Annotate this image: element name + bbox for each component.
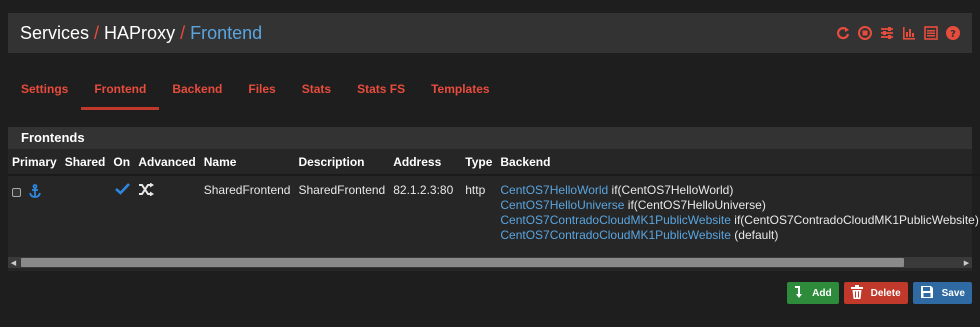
scroll-left-icon[interactable]: ◀: [8, 257, 19, 268]
bar-chart-icon[interactable]: [902, 26, 916, 40]
tab-settings[interactable]: Settings: [8, 72, 81, 110]
list-icon[interactable]: [924, 26, 938, 40]
panel-title: Frontends: [8, 127, 972, 149]
help-icon[interactable]: ?: [946, 26, 960, 40]
backend-link[interactable]: CentOS7ContradoCloudMK1PublicWebsite: [500, 213, 731, 227]
breadcrumb-services[interactable]: Services: [20, 23, 89, 44]
col-description: Description: [298, 155, 365, 169]
anchor-icon[interactable]: [24, 183, 42, 200]
breadcrumb-separator: /: [180, 22, 186, 43]
backend-link[interactable]: CentOS7HelloWorld: [500, 183, 608, 197]
action-buttons: Add Delete Save: [787, 282, 972, 304]
col-address: Address: [393, 155, 442, 169]
frontends-panel: Frontends Primary Shared On Advanced Nam…: [8, 127, 980, 271]
cell-address: 82.1.2.3:80: [393, 183, 454, 197]
tab-bar: Settings Frontend Backend Files Stats St…: [8, 72, 503, 110]
col-type: Type: [465, 155, 493, 169]
cell-shared: [61, 175, 110, 250]
add-label: Add: [812, 287, 832, 299]
tab-backend[interactable]: Backend: [159, 72, 235, 110]
col-shared: Shared: [64, 155, 106, 169]
cell-on: [109, 175, 134, 250]
breadcrumb: Services / HAProxy / Frontend: [20, 23, 262, 44]
backend-condition: if(CentOS7HelloUniverse): [624, 198, 766, 212]
breadcrumb-separator: /: [94, 22, 100, 43]
cell-type: http: [465, 183, 486, 197]
tab-frontend[interactable]: Frontend: [81, 72, 160, 110]
col-primary: Primary: [12, 155, 57, 169]
backend-condition: if(CentOS7HelloWorld): [608, 183, 734, 197]
backend-link[interactable]: CentOS7HelloUniverse: [500, 198, 624, 212]
trash-icon: [850, 284, 863, 302]
backend-condition: if(CentOS7ContradoCloudMK1PublicWebsite): [730, 213, 979, 227]
row-select-checkbox[interactable]: [12, 188, 21, 197]
col-backend: Backend: [500, 155, 551, 169]
cell-description: SharedFrontend: [298, 183, 386, 197]
table-header-row: Primary Shared On Advanced Name Descript…: [8, 149, 980, 175]
add-button[interactable]: Add: [787, 282, 839, 304]
svg-text:?: ?: [950, 29, 956, 40]
backend-entry: CentOS7ContradoCloudMK1PublicWebsite (de…: [500, 228, 978, 243]
page-header: Services / HAProxy / Frontend ?: [8, 13, 972, 53]
stop-icon[interactable]: [858, 26, 872, 40]
tab-files[interactable]: Files: [235, 72, 288, 110]
floppy-icon: [920, 285, 934, 302]
shuffle-icon: [138, 182, 155, 199]
check-icon: [115, 183, 131, 198]
backend-entry: CentOS7HelloWorld if(CentOS7HelloWorld): [500, 183, 978, 198]
cell-primary: [8, 175, 61, 250]
col-advanced: Advanced: [138, 155, 196, 169]
cell-backend: CentOS7HelloWorld if(CentOS7HelloWorld) …: [496, 175, 980, 250]
breadcrumb-haproxy[interactable]: HAProxy: [104, 23, 175, 44]
cell-advanced: [134, 175, 199, 250]
save-label: Save: [941, 287, 965, 299]
backend-link[interactable]: CentOS7ContradoCloudMK1PublicWebsite: [500, 228, 731, 242]
sliders-icon[interactable]: [880, 26, 894, 40]
restart-icon[interactable]: [836, 26, 850, 40]
backend-condition: (default): [730, 228, 779, 242]
backend-entry: CentOS7HelloUniverse if(CentOS7HelloUniv…: [500, 198, 978, 213]
delete-label: Delete: [870, 287, 901, 299]
level-down-icon: [794, 285, 804, 302]
save-button[interactable]: Save: [912, 282, 972, 304]
col-name: Name: [203, 155, 237, 169]
scroll-right-icon[interactable]: ▶: [961, 257, 972, 268]
header-icons: ?: [836, 26, 960, 40]
tab-stats-fs[interactable]: Stats FS: [344, 72, 418, 110]
horizontal-scrollbar[interactable]: ◀ ▶: [8, 257, 972, 268]
cell-name: SharedFrontend: [203, 183, 291, 197]
delete-button[interactable]: Delete: [843, 282, 908, 304]
table-row[interactable]: SharedFrontend SharedFrontend 82.1.2.3:8…: [8, 175, 980, 250]
tab-templates[interactable]: Templates: [418, 72, 502, 110]
breadcrumb-frontend[interactable]: Frontend: [190, 23, 262, 44]
tab-stats[interactable]: Stats: [289, 72, 344, 110]
backend-entry: CentOS7ContradoCloudMK1PublicWebsite if(…: [500, 213, 978, 228]
frontends-table: Primary Shared On Advanced Name Descript…: [8, 149, 980, 250]
scrollbar-thumb[interactable]: [21, 258, 904, 267]
col-on: On: [113, 155, 131, 169]
